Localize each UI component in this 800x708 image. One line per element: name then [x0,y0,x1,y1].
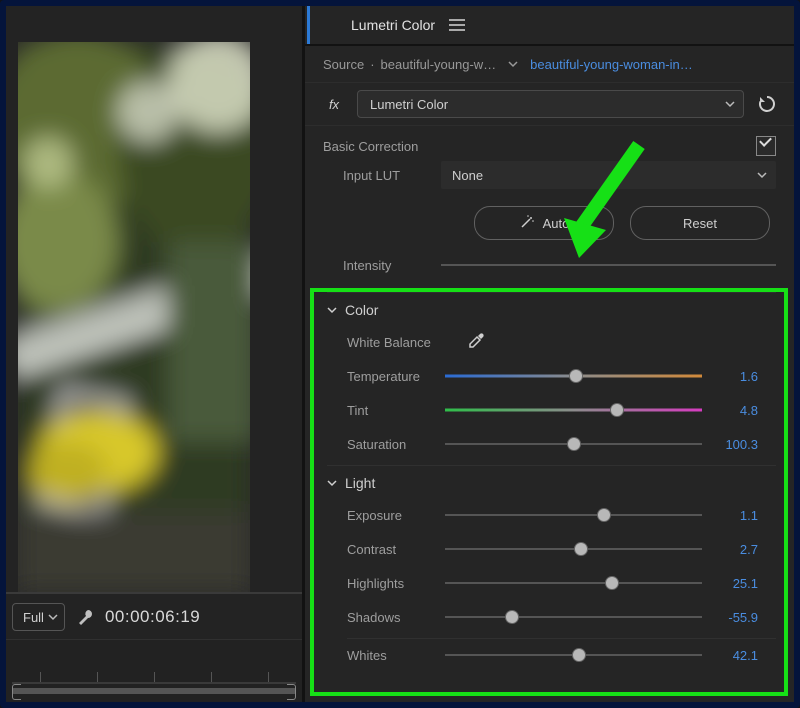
chevron-down-icon [725,99,735,109]
light-group-header[interactable]: Light [327,468,776,498]
color-group-title: Color [345,302,378,318]
shadows-value[interactable]: -55.9 [712,610,758,625]
timecode-display[interactable]: 00:00:06:19 [105,607,200,627]
highlights-value[interactable]: 25.1 [712,576,758,591]
exposure-row: Exposure 1.1 [347,498,776,532]
eyedropper-icon[interactable] [467,332,485,353]
zoom-value: Full [23,610,44,625]
saturation-slider[interactable] [445,434,702,454]
temperature-slider[interactable] [445,366,702,386]
whites-value[interactable]: 42.1 [712,648,758,663]
wrench-icon[interactable] [75,607,95,627]
source-name[interactable]: beautiful-young-w… [381,57,497,72]
chevron-down-icon [757,170,767,180]
basic-correction-toggle[interactable] [756,136,776,156]
whites-row: Whites 42.1 [347,641,776,669]
saturation-row: Saturation 100.3 [347,427,776,461]
chevron-down-icon [327,305,337,315]
whites-label: Whites [347,648,435,663]
light-group-title: Light [345,475,375,491]
input-lut-row: Input LUT None [305,158,794,192]
exposure-slider[interactable] [445,505,702,525]
source-row: Source · beautiful-young-w… beautiful-yo… [305,46,794,83]
whites-slider[interactable] [445,645,702,665]
mini-timeline[interactable] [6,639,302,702]
source-label: Source [323,57,364,72]
tint-row: Tint 4.8 [347,393,776,427]
magic-wand-icon [519,214,535,233]
white-balance-label: White Balance [347,335,457,350]
saturation-label: Saturation [347,437,435,452]
shadows-slider[interactable] [445,607,702,627]
input-lut-value: None [452,168,483,183]
contrast-row: Contrast 2.7 [347,532,776,566]
chevron-down-icon[interactable] [508,59,518,69]
exposure-label: Exposure [347,508,435,523]
highlights-label: Highlights [347,576,435,591]
saturation-value[interactable]: 100.3 [712,437,758,452]
highlights-slider[interactable] [445,573,702,593]
tint-value[interactable]: 4.8 [712,403,758,418]
tint-slider[interactable] [445,400,702,420]
reset-effect-icon[interactable] [756,93,778,115]
auto-button[interactable]: Auto [474,206,614,240]
video-preview[interactable] [18,42,250,592]
effect-row: fx Lumetri Color [305,83,794,126]
effect-label: Lumetri Color [370,97,448,112]
zoom-dropdown[interactable]: Full [12,603,65,631]
contrast-label: Contrast [347,542,435,557]
color-group-header[interactable]: Color [327,295,776,325]
chevron-down-icon [48,612,58,622]
panel-header[interactable]: Lumetri Color [305,6,794,46]
tint-label: Tint [347,403,435,418]
shadows-row: Shadows -55.9 [347,600,776,634]
panel-menu-icon[interactable] [449,19,465,31]
chevron-down-icon [327,478,337,488]
lumetri-color-panel: Lumetri Color Source · beautiful-young-w… [302,6,794,702]
temperature-label: Temperature [347,369,435,384]
input-lut-dropdown[interactable]: None [441,161,776,189]
intensity-slider[interactable] [441,255,776,275]
reset-label: Reset [683,216,717,231]
fx-icon[interactable]: fx [323,97,345,112]
auto-label: Auto [543,216,570,231]
intensity-row: Intensity [305,248,794,282]
auto-reset-row: Auto Reset [305,192,794,248]
reset-button[interactable]: Reset [630,206,770,240]
intensity-label: Intensity [343,258,431,273]
white-balance-row: White Balance [347,325,776,359]
panel-title: Lumetri Color [351,17,435,33]
highlights-row: Highlights 25.1 [347,566,776,600]
effect-dropdown[interactable]: Lumetri Color [357,90,744,118]
input-lut-label: Input LUT [343,168,431,183]
temperature-row: Temperature 1.6 [347,359,776,393]
basic-correction-header[interactable]: Basic Correction [305,126,794,158]
contrast-value[interactable]: 2.7 [712,542,758,557]
clip-link[interactable]: beautiful-young-woman-in… [530,57,693,72]
contrast-slider[interactable] [445,539,702,559]
shadows-label: Shadows [347,610,435,625]
basic-correction-title: Basic Correction [323,139,418,154]
exposure-value[interactable]: 1.1 [712,508,758,523]
temperature-value[interactable]: 1.6 [712,369,758,384]
preview-control-bar: Full 00:00:06:19 [6,592,302,640]
preview-monitor-column: Full 00:00:06:19 [6,6,302,702]
